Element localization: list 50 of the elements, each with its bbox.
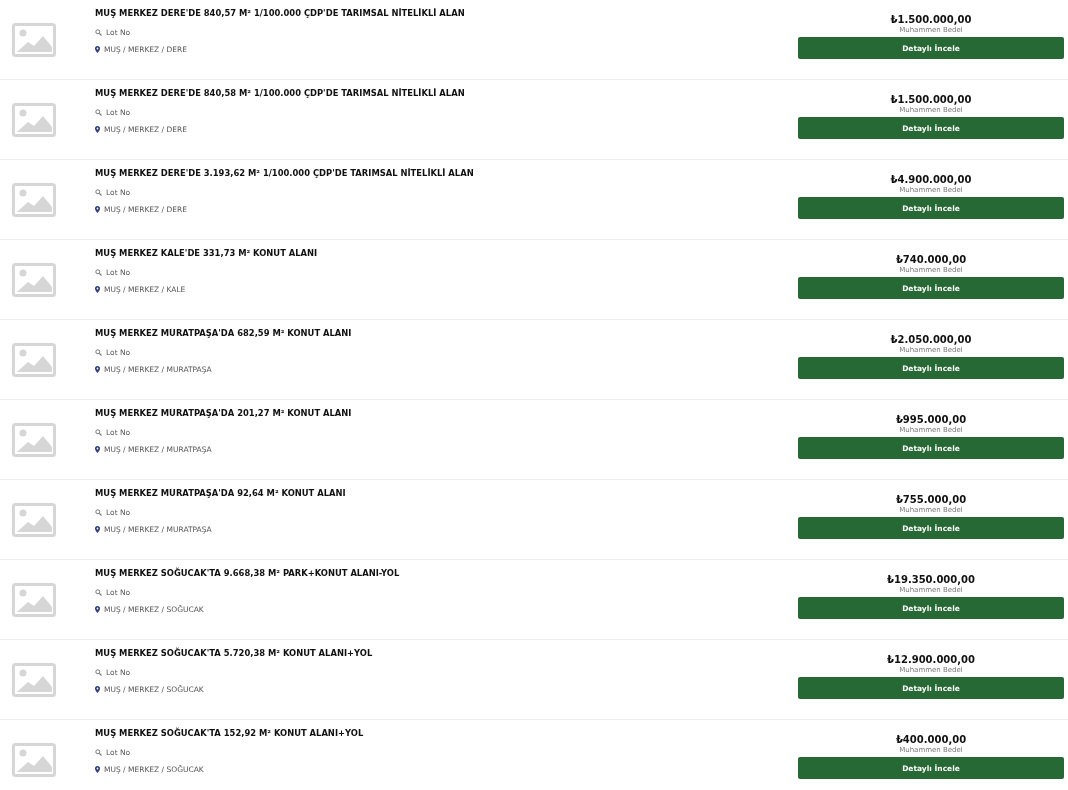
location-pin-icon [95,366,100,373]
location-pin-icon [95,686,100,693]
image-placeholder-icon [12,502,56,537]
listing-title: MUŞ MERKEZ SOĞUCAK'TA 9.668,38 M² PARK+KONUT ALANI-YOL [95,567,401,579]
price: ₺1.500.000,00 [890,93,972,106]
price: ₺995.000,00 [895,413,967,426]
listing-title: MUŞ MERKEZ MURATPAŞA'DA 92,64 M² KONUT ALANI [95,487,347,499]
location-pin-icon [95,766,100,773]
listing-title: MUŞ MERKEZ MURATPAŞA'DA 682,59 M² KONUT ALANI [95,327,353,339]
listing-title: MUŞ MERKEZ DERE'DE 3.193,62 M² 1/100.000 ÇDP'DE TARIMSAL NİTELİKLİ ALAN [95,167,475,179]
listing-title: MUŞ MERKEZ KALE'DE 331,73 M² KONUT ALANI [95,247,319,259]
location-pin-icon [95,526,100,533]
image-placeholder-icon [12,662,56,697]
search-icon [95,29,102,36]
listing-title: MUŞ MERKEZ SOĞUCAK'TA 5.720,38 M² KONUT ALANI+YOL [95,647,374,659]
listing-title: MUŞ MERKEZ DERE'DE 840,57 M² 1/100.000 ÇDP'DE TARIMSAL NİTELİKLİ ALAN [95,7,466,19]
listing-title: MUŞ MERKEZ SOĞUCAK'TA 152,92 M² KONUT ALANI+YOL [95,727,365,739]
location-pin-icon [95,46,100,53]
search-icon [95,589,102,596]
image-placeholder-icon [12,742,56,777]
location-pin-icon [95,446,100,453]
search-icon [95,189,102,196]
price: ₺12.900.000,00 [887,653,975,666]
price: ₺400.000,00 [895,733,967,746]
image-placeholder-icon [12,102,56,137]
image-placeholder-icon [12,582,56,617]
image-placeholder-icon [12,342,56,377]
listing-title: MUŞ MERKEZ DERE'DE 840,58 M² 1/100.000 ÇDP'DE TARIMSAL NİTELİKLİ ALAN [95,87,466,99]
image-placeholder-icon [12,422,56,457]
location-pin-icon [95,126,100,133]
price: ₺1.500.000,00 [890,13,972,26]
search-icon [95,349,102,356]
search-icon [95,429,102,436]
price: ₺2.050.000,00 [890,333,972,346]
location-pin-icon [95,206,100,213]
image-placeholder-icon [12,22,56,57]
search-icon [95,749,102,756]
location-pin-icon [95,606,100,613]
price: ₺4.900.000,00 [890,173,972,186]
search-icon [95,509,102,516]
listing-title: MUŞ MERKEZ MURATPAŞA'DA 201,27 M² KONUT ALANI [95,407,353,419]
search-icon [95,669,102,676]
price: ₺19.350.000,00 [887,573,975,586]
price: ₺740.000,00 [895,253,967,266]
search-icon [95,269,102,276]
image-placeholder-icon [12,182,56,217]
location-pin-icon [95,286,100,293]
search-icon [95,109,102,116]
price: ₺755.000,00 [895,493,967,506]
image-placeholder-icon [12,262,56,297]
